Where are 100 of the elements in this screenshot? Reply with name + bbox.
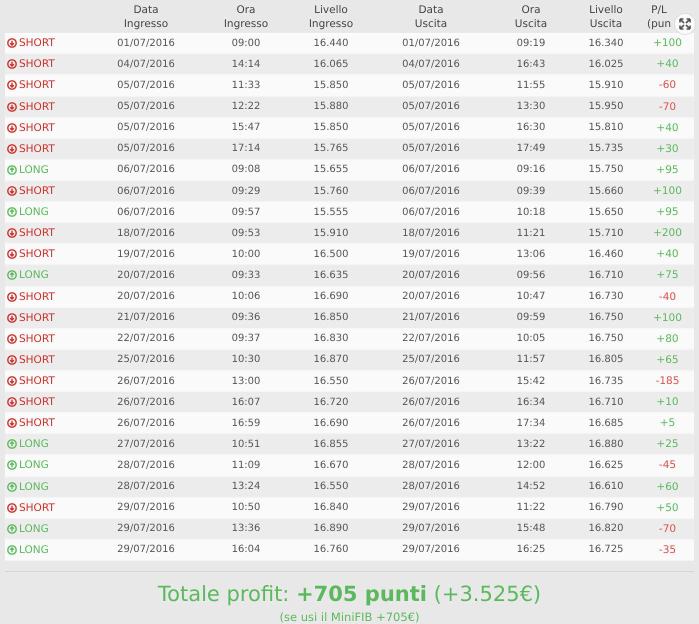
table-cell-text: 19/07/2016 [401,248,461,260]
table-cell-text: 13:36 [230,523,262,534]
arrow-up-circle-icon [7,524,17,534]
table-cell-text: 17:14 [230,143,262,154]
table-cell-text: 16.750 [588,312,624,324]
table-cell-text: 13:24 [230,481,262,492]
table-cell-text: 19/07/2016 [116,248,176,260]
table-cell-text: 05/07/2016 [401,101,461,112]
arrow-down-circle-icon [7,418,17,428]
direction-label: SHORT [19,37,55,50]
direction-label: SHORT [19,100,55,113]
table-cell-text: 11:22 [516,502,546,514]
profit-loss-cell-text: +100 [652,37,683,50]
profit-loss-cell-text: +95 [655,164,680,176]
table-cell-text: 15.750 [588,164,624,176]
table-cell-text: 15:48 [516,523,546,534]
table-cell-text: 15.710 [588,228,624,239]
table-cell-text: 25/07/2016 [116,354,176,366]
table-cell-text: 16:25 [516,544,546,556]
direction-label: SHORT [19,375,55,387]
table-cell-text: 20/07/2016 [401,270,461,281]
arrow-up-circle-icon [7,460,17,470]
table-cell-text: 16.710 [588,270,624,281]
table-cell-text: 16.870 [312,354,350,366]
table-cell-text: 16.340 [588,38,624,49]
direction-label: SHORT [19,58,55,70]
column-header: Ora Uscita [514,2,548,31]
table-cell-text: 16.720 [312,396,350,408]
arrow-up-circle-icon [7,439,17,450]
profit-loss-cell-text: +40 [655,248,680,260]
table-cell-text: 16.890 [312,523,350,534]
table-cell-text: 05/07/2016 [401,143,461,154]
table-cell-text: 16.625 [588,460,624,471]
table-cell-text: 16.830 [312,333,350,344]
arrow-down-circle-icon [7,292,17,302]
table-cell-text: 05/07/2016 [401,80,461,91]
direction-label: SHORT [19,354,55,366]
table-cell-text: 17:34 [516,418,546,429]
table-cell-text: 10:51 [230,438,262,450]
table-cell-text: 13:00 [230,376,262,386]
direction-label: SHORT [19,142,55,155]
table-cell-text: 16.725 [588,544,624,556]
table-cell-text: 16.840 [312,502,350,514]
profit-loss-cell-text: +10 [655,396,680,408]
profit-loss-cell-text: +65 [655,354,680,366]
table-cell-text: 16.440 [312,38,350,49]
arrow-down-circle-icon [7,334,17,344]
direction-label: LONG [19,544,49,556]
table-cell-text: 16.500 [312,248,350,260]
arrow-up-circle-icon [7,544,17,555]
table-cell-text: 09:29 [230,186,262,197]
table-cell-text: 18/07/2016 [401,228,461,239]
table-cell-text: 16:59 [230,418,262,429]
table-cell-text: 16:04 [230,544,262,556]
table-cell-text: 15.555 [312,206,350,218]
table-cell-text: 15.850 [312,122,350,134]
profit-loss-cell-text: +40 [655,122,680,134]
expand-icon [679,18,691,30]
direction-label: LONG [19,164,49,176]
table-cell-text: 20/07/2016 [401,291,461,302]
table-cell-text: 10:05 [516,333,546,344]
fullscreen-button[interactable] [674,13,696,35]
arrow-up-circle-icon [7,164,17,175]
table-cell-text: 05/07/2016 [116,143,176,154]
profit-loss-cell-text: +40 [655,58,680,70]
table-cell-text: 16.855 [312,438,350,450]
direction-label: LONG [19,459,49,472]
table-cell-text: 16.805 [588,354,624,366]
table-cell-text: 05/07/2016 [116,101,176,112]
table-cell-text: 06/07/2016 [116,186,176,197]
table-cell-text: 27/07/2016 [401,438,461,450]
table-cell-text: 10:47 [516,291,546,302]
table-cell-text: 16.670 [312,460,350,471]
arrow-down-circle-icon [7,102,17,112]
direction-label: SHORT [19,79,55,92]
table-cell-text: 16.635 [312,270,350,281]
profit-loss-cell-text: -60 [658,79,678,92]
table-cell-text: 06/07/2016 [116,164,176,176]
table-cell-text: 09:33 [230,270,262,281]
table-cell-text: 05/07/2016 [116,80,176,91]
table-cell-text: 11:33 [230,80,262,91]
arrow-down-circle-icon [7,228,17,238]
table-cell-text: 11:57 [516,354,546,366]
arrow-down-circle-icon [7,38,17,48]
table-cell-text: 05/07/2016 [116,122,176,134]
direction-label: SHORT [19,185,55,198]
profit-loss-cell-text: +200 [652,227,683,240]
table-cell-text: 10:06 [230,291,262,302]
table-cell-text: 26/07/2016 [116,376,176,386]
table-cell-text: 16:34 [516,396,546,408]
direction-label: SHORT [19,122,55,134]
arrow-down-circle-icon [7,249,17,260]
arrow-down-circle-icon [7,122,17,133]
profit-loss-cell-text: -45 [658,459,678,472]
table-cell-text: 16.610 [588,481,624,492]
arrow-down-circle-icon [7,376,17,386]
table-cell-text: 16.735 [588,376,624,386]
table-cell-text: 28/07/2016 [401,460,461,471]
table-cell-text: 16.730 [588,291,624,302]
table-cell-text: 26/07/2016 [116,418,176,429]
